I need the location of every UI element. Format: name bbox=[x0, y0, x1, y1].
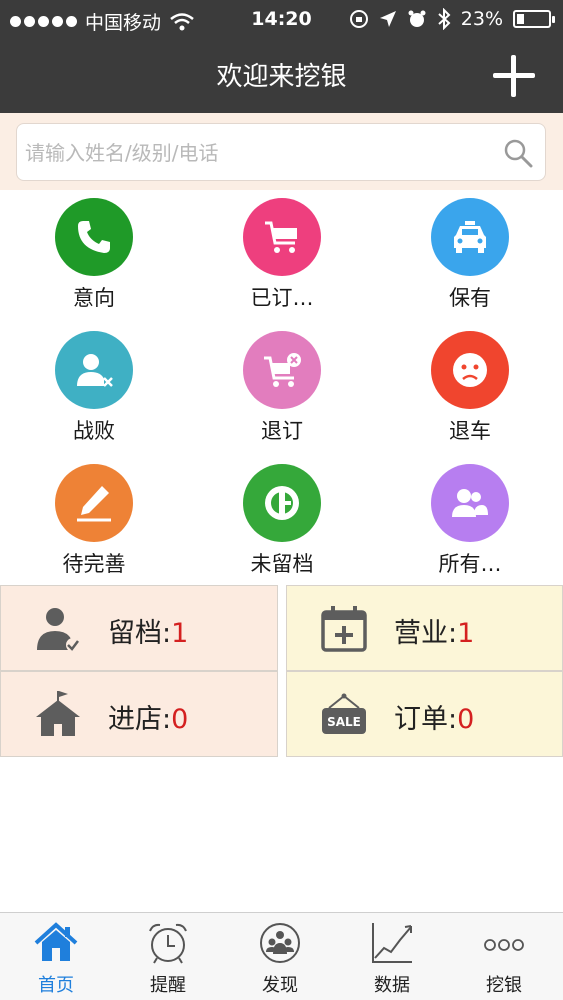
status-right: 23% bbox=[349, 8, 555, 30]
grid-item-ordered[interactable]: 已订… bbox=[188, 190, 376, 321]
pencil-icon bbox=[55, 464, 133, 542]
rotation-lock-icon bbox=[349, 10, 368, 28]
stat-text: 营业:1 bbox=[394, 611, 474, 650]
grid-label: 退车 bbox=[449, 419, 491, 443]
grid-label: 战败 bbox=[73, 419, 115, 443]
category-grid: 意向 已订… 保有 战败 退订 退车 待完善 未留档 所有… bbox=[0, 190, 563, 585]
search-input[interactable] bbox=[25, 136, 495, 170]
grid-item-all[interactable]: 所有… bbox=[376, 456, 563, 587]
tab-data[interactable]: 数据 bbox=[336, 913, 448, 1000]
plus-icon[interactable] bbox=[493, 55, 535, 97]
stat-business[interactable]: 营业:1 bbox=[286, 585, 563, 671]
grid-label: 已订… bbox=[250, 286, 314, 310]
stat-value: 1 bbox=[457, 618, 475, 649]
stat-label: 订单: bbox=[394, 704, 458, 735]
tab-home[interactable]: 首页 bbox=[0, 913, 112, 1000]
tab-label: 提醒 bbox=[150, 975, 186, 996]
top-bar: 中国移动 14:20 23% 欢迎来挖银 bbox=[0, 0, 563, 113]
tab-label: 发现 bbox=[262, 975, 298, 996]
stat-orders[interactable]: SALE 订单:0 bbox=[286, 671, 563, 757]
tab-discover[interactable]: 发现 bbox=[224, 913, 336, 1000]
car-icon bbox=[431, 198, 509, 276]
tab-bar: 首页 提醒 发现 数据 挖银 bbox=[0, 912, 563, 1000]
stat-label: 营业: bbox=[394, 618, 458, 649]
tab-reminder[interactable]: 提醒 bbox=[112, 913, 224, 1000]
grid-item-lost[interactable]: 战败 bbox=[0, 323, 188, 454]
grid-item-returned[interactable]: 退车 bbox=[376, 323, 563, 454]
tab-label: 首页 bbox=[38, 975, 74, 996]
status-bar: 中国移动 14:20 23% bbox=[0, 0, 563, 40]
group-icon bbox=[431, 464, 509, 542]
stats-panel: 留档:1 营业:1 进店:0 SALE 订单:0 bbox=[0, 585, 563, 757]
more-dots-icon bbox=[484, 939, 524, 951]
grid-label: 意向 bbox=[73, 286, 115, 310]
cart-icon bbox=[243, 198, 321, 276]
grid-label: 退订 bbox=[261, 419, 303, 443]
cart-remove-icon bbox=[243, 331, 321, 409]
alarm-clock-icon bbox=[149, 923, 187, 964]
search-box[interactable] bbox=[16, 123, 546, 181]
phone-icon bbox=[55, 198, 133, 276]
stat-archived[interactable]: 留档:1 bbox=[0, 585, 278, 671]
grid-item-incomplete[interactable]: 待完善 bbox=[0, 456, 188, 587]
svg-text:SALE: SALE bbox=[327, 715, 361, 729]
grid-label: 未留档 bbox=[250, 552, 314, 576]
tab-waying[interactable]: 挖银 bbox=[448, 913, 560, 1000]
user-check-icon bbox=[37, 608, 80, 652]
battery-percent: 23% bbox=[460, 8, 503, 30]
location-arrow-icon bbox=[379, 11, 396, 27]
e-circle-icon bbox=[243, 464, 321, 542]
house-flag-icon bbox=[36, 691, 80, 736]
search-bar bbox=[0, 113, 563, 190]
grid-item-owned[interactable]: 保有 bbox=[376, 190, 563, 321]
sale-sign-icon: SALE bbox=[322, 693, 366, 734]
user-remove-icon bbox=[55, 331, 133, 409]
stat-text: 进店:0 bbox=[108, 697, 188, 736]
stat-label: 留档: bbox=[108, 618, 172, 649]
battery-icon bbox=[513, 10, 555, 28]
grid-label: 待完善 bbox=[62, 552, 126, 576]
alarm-icon bbox=[408, 10, 426, 27]
grid-item-unarchived[interactable]: 未留档 bbox=[188, 456, 376, 587]
grid-label: 保有 bbox=[449, 286, 491, 310]
sad-face-icon bbox=[431, 331, 509, 409]
home-icon bbox=[34, 922, 78, 961]
grid-label: 所有… bbox=[438, 552, 502, 576]
tab-label: 数据 bbox=[374, 975, 410, 996]
tab-label: 挖银 bbox=[486, 975, 522, 996]
stat-store-visits[interactable]: 进店:0 bbox=[0, 671, 278, 757]
line-chart-icon bbox=[372, 923, 412, 963]
calendar-plus-icon bbox=[321, 606, 367, 652]
stat-value: 0 bbox=[457, 704, 475, 735]
people-circle-icon bbox=[260, 923, 300, 963]
grid-item-intent[interactable]: 意向 bbox=[0, 190, 188, 321]
stat-value: 0 bbox=[171, 704, 189, 735]
bluetooth-icon bbox=[438, 8, 451, 30]
page-title: 欢迎来挖银 bbox=[216, 62, 347, 92]
grid-item-cancelled[interactable]: 退订 bbox=[188, 323, 376, 454]
stat-text: 订单:0 bbox=[394, 697, 474, 736]
home-screen: 中国移动 14:20 23% 欢迎来挖银 请输入姓名/级别/电话 意向 已订… … bbox=[0, 0, 563, 1000]
search-icon[interactable] bbox=[503, 138, 533, 168]
stat-text: 留档:1 bbox=[108, 611, 188, 650]
stat-label: 进店: bbox=[108, 704, 172, 735]
stat-value: 1 bbox=[171, 618, 189, 649]
